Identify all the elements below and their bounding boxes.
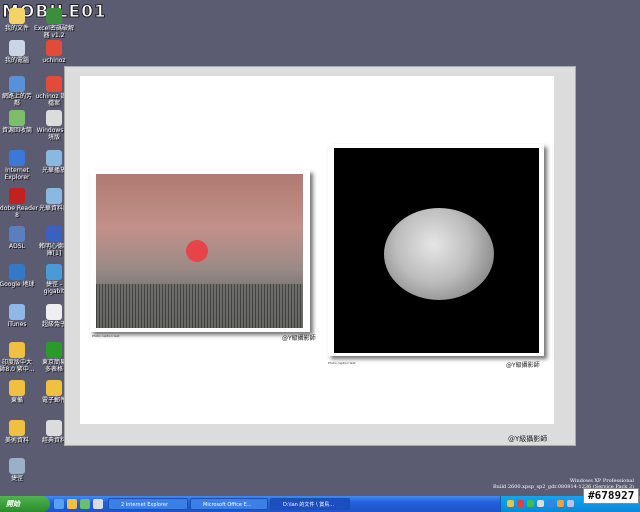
sunset-caption: Photo caption text [92,334,120,338]
quick-launch-bar [54,499,103,509]
desktop-item-icon [46,188,62,204]
sun-shape [186,240,208,262]
desktop-item-icon [9,8,25,24]
desktop-item-icon [9,110,25,126]
desktop-icon-label: uchinoz [42,57,66,64]
desktop-item-icon [9,420,25,436]
moon-shape [384,208,494,300]
desktop-quick-icon[interactable] [93,499,103,509]
desktop-icon[interactable]: 捷徑 [0,458,42,482]
tray-icon[interactable] [507,500,514,507]
desktop-item-icon [46,420,62,436]
desktop-item-icon [9,76,25,92]
grass-silhouette [96,284,303,328]
desktop-item-icon [46,380,62,396]
taskbar-button[interactable]: 2 Internet Explorer [108,498,188,510]
desktop-item-icon [9,380,25,396]
tray-icon[interactable] [537,500,544,507]
desktop-item-icon [46,226,62,242]
moon-signature: @Y級攝影師 [506,362,540,369]
desktop-item-icon [9,458,25,474]
taskbar-button[interactable]: Microsoft Office E... [190,498,268,510]
desktop-icon[interactable]: uchinoz [29,40,79,64]
sunset-signature: @Y級攝影師 [282,335,316,342]
tray-icon[interactable] [557,500,564,507]
tray-icon[interactable] [517,500,524,507]
taskbar-button[interactable]: D:\lan 的文件 \ 賞鳥... [270,498,350,510]
taskbar: 開始 2 Internet Explorer Microsoft Office E… [0,496,640,512]
desktop-item-icon [46,264,62,280]
viewer-signature: @Y級攝影師 [508,435,548,443]
moon-caption: Photo caption text [328,361,356,365]
desktop-item-icon [46,76,62,92]
desktop-icon-label: Excel密碼破解 器 v1.2 [34,25,74,39]
desktop-item-icon [46,150,62,166]
desktop-item-icon [9,188,25,204]
id-badge: #678927 [583,488,640,504]
desktop-item-icon [9,264,25,280]
tray-icon[interactable] [547,500,554,507]
tray-icon[interactable] [527,500,534,507]
desktop-item-icon [9,226,25,242]
sunset-photo-card[interactable] [90,170,310,332]
ie-quick-icon[interactable] [54,499,64,509]
messenger-quick-icon[interactable] [80,499,90,509]
tray-icon[interactable] [567,500,574,507]
desktop-item-icon [46,342,62,358]
desktop-item-icon [9,40,25,56]
desktop-item-icon [46,8,62,24]
desktop-icon[interactable]: Excel密碼破解 器 v1.2 [29,8,79,39]
desktop-item-icon [46,40,62,56]
desktop-item-icon [9,150,25,166]
desktop-icon-label: 捷徑 [10,475,23,482]
outlook-quick-icon[interactable] [67,499,77,509]
desktop-item-icon [46,304,62,320]
desktop-item-icon [9,304,25,320]
desktop-item-icon [9,342,25,358]
moon-photo [334,148,539,353]
sunset-photo [96,174,303,328]
start-button[interactable]: 開始 [0,496,50,512]
desktop-item-icon [46,110,62,126]
moon-photo-card[interactable] [328,144,544,356]
